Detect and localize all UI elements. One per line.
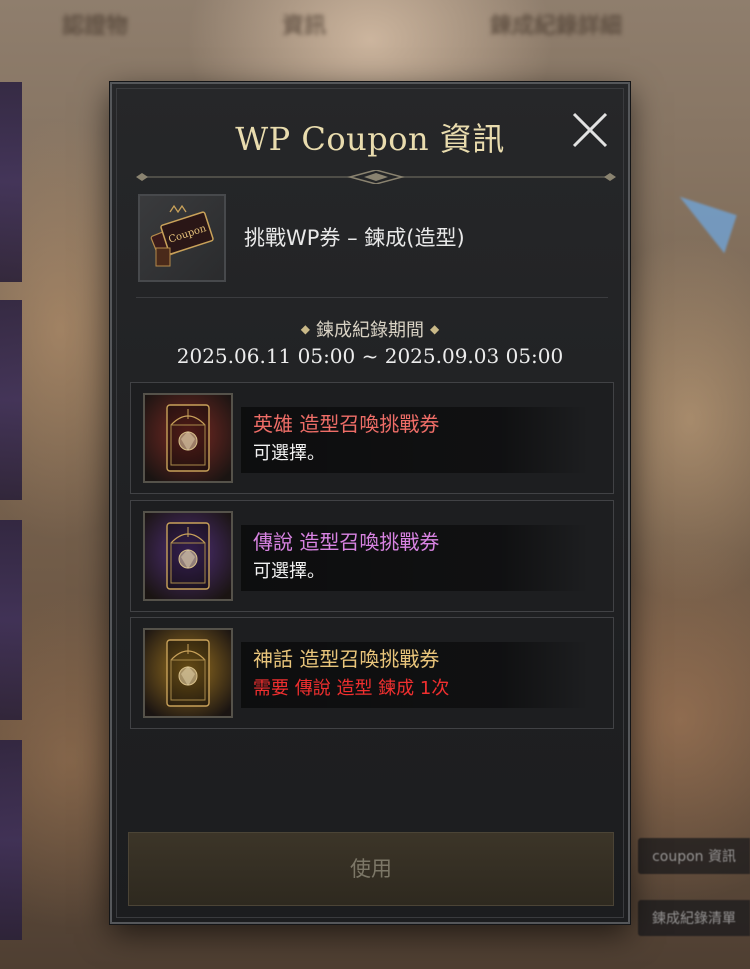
ticket-row[interactable]: 神話 造型召喚挑戰券 需要 傳說 造型 鍊成 1次 xyxy=(130,617,614,729)
ticket-status: 可選擇。 xyxy=(253,561,325,582)
record-period-label: ◆ 鍊成紀錄期間 ◆ xyxy=(112,316,628,342)
background-pill: coupon 資訊 xyxy=(638,838,750,874)
record-period-label-text: 鍊成紀錄期間 xyxy=(316,320,424,341)
ticket-row[interactable]: 英雄 造型召喚挑戰券 可選擇。 xyxy=(130,382,614,494)
close-button[interactable] xyxy=(568,108,612,152)
ticket-name: 神話 造型召喚挑戰券 xyxy=(253,647,440,671)
section-divider xyxy=(136,297,608,298)
background-side-panel xyxy=(0,520,22,720)
coupon-summary: Coupon 挑戰WP券 – 鍊成(造型) xyxy=(136,192,606,288)
hero-costume-ticket-icon xyxy=(143,393,233,483)
use-button[interactable]: 使用 xyxy=(128,832,614,906)
background-side-panel xyxy=(0,740,22,940)
background-text: 資訊 xyxy=(282,14,327,39)
coupon-cards-icon: Coupon xyxy=(138,194,226,282)
background-side-panel xyxy=(0,300,22,500)
background-pill: 鍊成紀錄清單 xyxy=(638,900,750,936)
ticket-status: 可選擇。 xyxy=(253,443,325,464)
background-side-panel xyxy=(0,82,22,282)
record-period-value: 2025.06.11 05:00 ~ 2025.09.03 05:00 xyxy=(176,344,564,368)
myth-costume-ticket-icon xyxy=(143,628,233,718)
title-divider xyxy=(136,170,616,184)
diamond-icon: ◆ xyxy=(430,322,440,336)
modal-title: WP Coupon 資訊 xyxy=(235,120,505,158)
wp-coupon-info-modal: WP Coupon 資訊 Coupon 挑戰WP券 – 鍊成(造型) ◆ 鍊成紀… xyxy=(110,82,630,924)
coupon-name: 挑戰WP券 – 鍊成(造型) xyxy=(244,226,465,250)
ticket-row[interactable]: 傳說 造型召喚挑戰券 可選擇。 xyxy=(130,500,614,612)
ticket-name: 英雄 造型召喚挑戰券 xyxy=(253,412,440,436)
background-text: 鍊成紀錄詳細 xyxy=(490,14,623,39)
legend-costume-ticket-icon xyxy=(143,511,233,601)
background-text: 認證物 xyxy=(62,14,129,39)
diamond-icon: ◆ xyxy=(300,322,310,336)
ticket-status: 需要 傳說 造型 鍊成 1次 xyxy=(253,678,450,699)
close-icon xyxy=(572,112,608,148)
ticket-name: 傳說 造型召喚挑戰券 xyxy=(253,530,440,554)
